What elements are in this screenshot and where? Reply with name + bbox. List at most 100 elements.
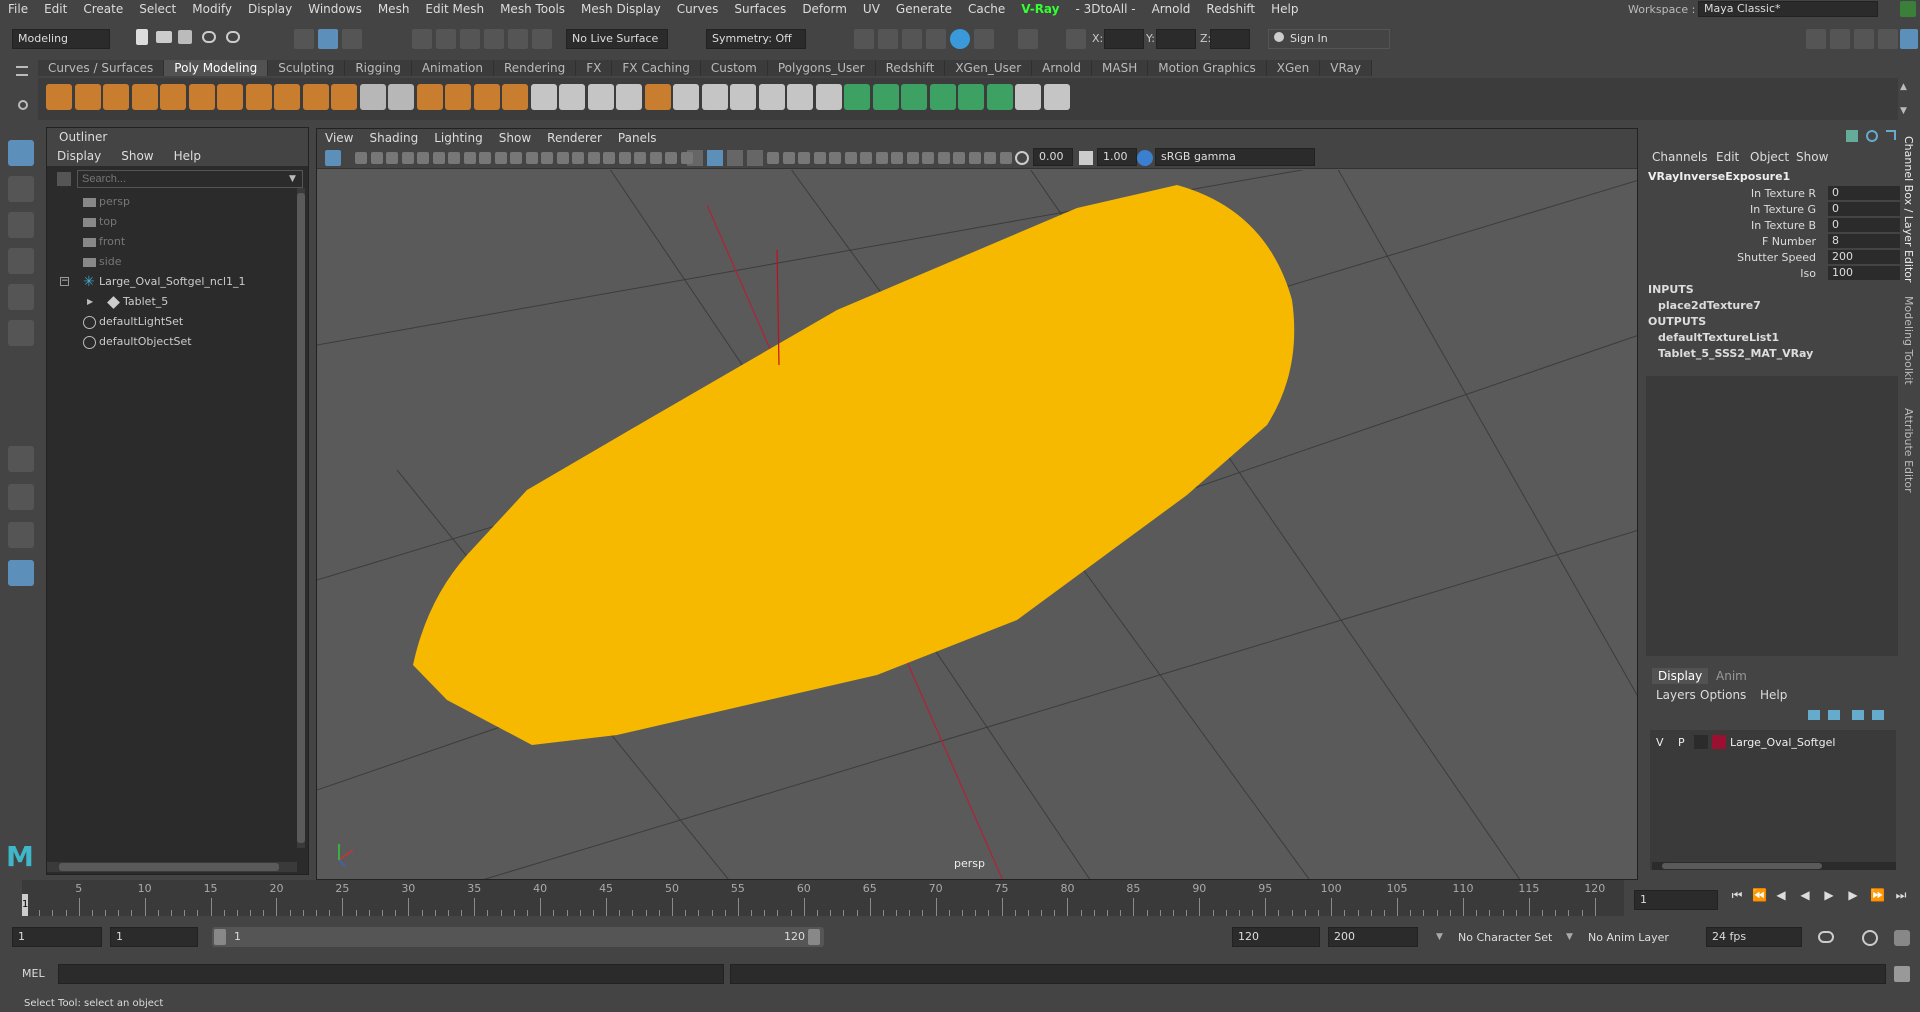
step-back-frame-icon[interactable]: ◀ bbox=[1774, 888, 1788, 902]
snap-grid-icon[interactable] bbox=[412, 29, 432, 49]
cube-tool-icon[interactable] bbox=[74, 84, 101, 110]
append-tool-icon[interactable] bbox=[673, 84, 699, 110]
2d-pan-icon[interactable] bbox=[432, 152, 445, 164]
layer-playback-toggle[interactable]: P bbox=[1678, 736, 1685, 749]
shelf-tab-rendering[interactable]: Rendering bbox=[494, 60, 577, 76]
image-plane-icon[interactable] bbox=[417, 152, 429, 164]
sew-uv-tool-icon[interactable] bbox=[901, 84, 927, 110]
x-field[interactable] bbox=[1104, 29, 1144, 49]
render-view-icon[interactable] bbox=[974, 29, 994, 49]
display-toggle-icon[interactable] bbox=[953, 152, 965, 164]
channel-box-pin-icon[interactable] bbox=[1886, 130, 1896, 140]
node-name[interactable]: VRayInverseExposure1 bbox=[1648, 170, 1790, 183]
scale-tool-icon[interactable] bbox=[8, 320, 34, 346]
move-layer-up-icon[interactable] bbox=[1808, 710, 1820, 720]
character-set-dropdown[interactable]: No Character Set bbox=[1458, 931, 1552, 944]
shelf-tab-custom[interactable]: Custom bbox=[700, 60, 768, 76]
attribute-value[interactable]: 0 bbox=[1828, 186, 1900, 200]
outliner-menu-show[interactable]: Show bbox=[111, 149, 163, 163]
planar-tool-icon[interactable] bbox=[986, 84, 1013, 110]
range-start-handle[interactable] bbox=[214, 929, 226, 945]
select-tool-icon[interactable] bbox=[8, 140, 34, 166]
quad-draw-tool-icon[interactable] bbox=[359, 84, 386, 110]
save-scene-icon[interactable] bbox=[178, 30, 192, 44]
film-gate-icon[interactable] bbox=[479, 152, 491, 164]
select-component-icon[interactable] bbox=[342, 29, 362, 49]
rotate-tool-icon[interactable] bbox=[8, 284, 34, 310]
character-set-icon[interactable]: ▼ bbox=[1436, 932, 1443, 942]
gamma-field[interactable]: 1.00 bbox=[1097, 148, 1137, 166]
script-language-label[interactable]: MEL bbox=[22, 967, 45, 980]
target-weld-tool-icon[interactable] bbox=[701, 84, 728, 110]
display-toggle-icon[interactable] bbox=[860, 152, 872, 164]
menu-help[interactable]: Help bbox=[1263, 2, 1306, 16]
viewport-scene[interactable] bbox=[317, 170, 1638, 880]
depth-of-field-icon[interactable] bbox=[680, 152, 693, 164]
hypershade-icon[interactable] bbox=[950, 29, 970, 49]
menu-modify[interactable]: Modify bbox=[184, 2, 240, 16]
viewport-menu-panels[interactable]: Panels bbox=[610, 131, 665, 145]
persp-outliner-layout-icon[interactable] bbox=[8, 522, 34, 548]
color-space-dropdown[interactable]: sRGB gamma bbox=[1155, 148, 1315, 166]
tab-modeling-toolkit[interactable]: Modeling Toolkit bbox=[1902, 296, 1915, 385]
unfold-tool-icon[interactable] bbox=[929, 84, 956, 110]
gamma-icon[interactable] bbox=[1079, 151, 1093, 165]
cb-menu-edit[interactable]: Edit bbox=[1716, 150, 1739, 164]
attribute-editor-icon[interactable] bbox=[1830, 29, 1850, 49]
menu-mesh-tools[interactable]: Mesh Tools bbox=[492, 2, 573, 16]
paint-select-tool-icon[interactable] bbox=[8, 212, 34, 238]
bookmark-icon[interactable] bbox=[401, 152, 414, 164]
cb-menu-object[interactable]: Object bbox=[1750, 150, 1789, 164]
bridge-tool-icon[interactable] bbox=[530, 84, 557, 110]
current-frame-field[interactable]: 1 bbox=[1634, 890, 1718, 910]
workspace-dropdown[interactable]: Maya Classic* bbox=[1698, 1, 1878, 17]
render-settings-icon[interactable] bbox=[926, 29, 946, 49]
display-toggle-icon[interactable] bbox=[767, 152, 779, 164]
disc-tool-icon[interactable] bbox=[217, 84, 243, 110]
tab-channel-box-layer-editor[interactable]: Channel Box / Layer Editor bbox=[1902, 136, 1915, 283]
snap-icon[interactable] bbox=[370, 152, 383, 164]
menu-mesh[interactable]: Mesh bbox=[370, 2, 418, 16]
viewport-menu-lighting[interactable]: Lighting bbox=[426, 131, 491, 145]
shelf-tab-arnold[interactable]: Arnold bbox=[1032, 60, 1093, 76]
shelf-tab-polygons-user[interactable]: Polygons_User bbox=[767, 60, 876, 76]
sign-in-button[interactable]: Sign In bbox=[1268, 29, 1390, 49]
outliner-item[interactable]: defaultObjectSet bbox=[47, 332, 295, 352]
range-bar[interactable]: 1 120 bbox=[212, 927, 824, 947]
redo-icon[interactable] bbox=[226, 31, 240, 43]
shelf-tab-curves-surfaces[interactable]: Curves / Surfaces bbox=[38, 60, 165, 76]
menu-mesh-display[interactable]: Mesh Display bbox=[573, 2, 669, 16]
outliner-search-input[interactable] bbox=[77, 170, 303, 188]
output-node-1[interactable]: defaultTextureList1 bbox=[1658, 331, 1779, 344]
backface-icon[interactable] bbox=[603, 152, 615, 164]
multi-cut-tool-icon[interactable] bbox=[388, 84, 414, 110]
playback-start-field[interactable]: 1 bbox=[110, 927, 198, 947]
character-set-arrow-icon[interactable]: ▼ bbox=[1566, 932, 1573, 942]
menu-cache[interactable]: Cache bbox=[960, 2, 1013, 16]
display-toggle-icon[interactable] bbox=[906, 152, 919, 164]
fps-dropdown[interactable]: 24 fps bbox=[1706, 927, 1802, 947]
ambient-occlusion-icon[interactable] bbox=[634, 152, 646, 164]
xray-joints-icon[interactable] bbox=[587, 152, 600, 164]
step-back-key-icon[interactable]: ⏪ bbox=[1752, 888, 1767, 902]
lock-icon[interactable] bbox=[1900, 1, 1916, 17]
shelf-tab-poly-modeling[interactable]: Poly Modeling bbox=[164, 60, 269, 76]
shelf-tab-motion-graphics[interactable]: Motion Graphics bbox=[1148, 60, 1267, 76]
shelf-tab-mash[interactable]: MASH bbox=[1092, 60, 1149, 76]
new-layer-icon[interactable] bbox=[1852, 710, 1864, 720]
resolution-gate-icon[interactable] bbox=[463, 152, 476, 164]
super-shape-tool-icon[interactable] bbox=[274, 84, 300, 110]
mode-dropdown[interactable]: Modeling bbox=[12, 29, 110, 49]
display-toggle-icon[interactable] bbox=[937, 152, 950, 164]
display-toggle-icon[interactable] bbox=[782, 152, 795, 164]
shelf-scroll-down-icon[interactable]: ▼ bbox=[1900, 106, 1907, 116]
menu-curves[interactable]: Curves bbox=[669, 2, 727, 16]
select-object-icon[interactable] bbox=[318, 29, 338, 49]
shelf-tab-rigging[interactable]: Rigging bbox=[345, 60, 412, 76]
layer-name[interactable]: Large_Oval_Softgel bbox=[1730, 736, 1835, 749]
menu-redshift[interactable]: Redshift bbox=[1198, 2, 1263, 16]
cone-tool-icon[interactable] bbox=[131, 84, 158, 110]
gate-mask-icon[interactable] bbox=[541, 152, 553, 164]
menu-deform[interactable]: Deform bbox=[794, 2, 855, 16]
isolate-icon[interactable] bbox=[556, 152, 569, 164]
